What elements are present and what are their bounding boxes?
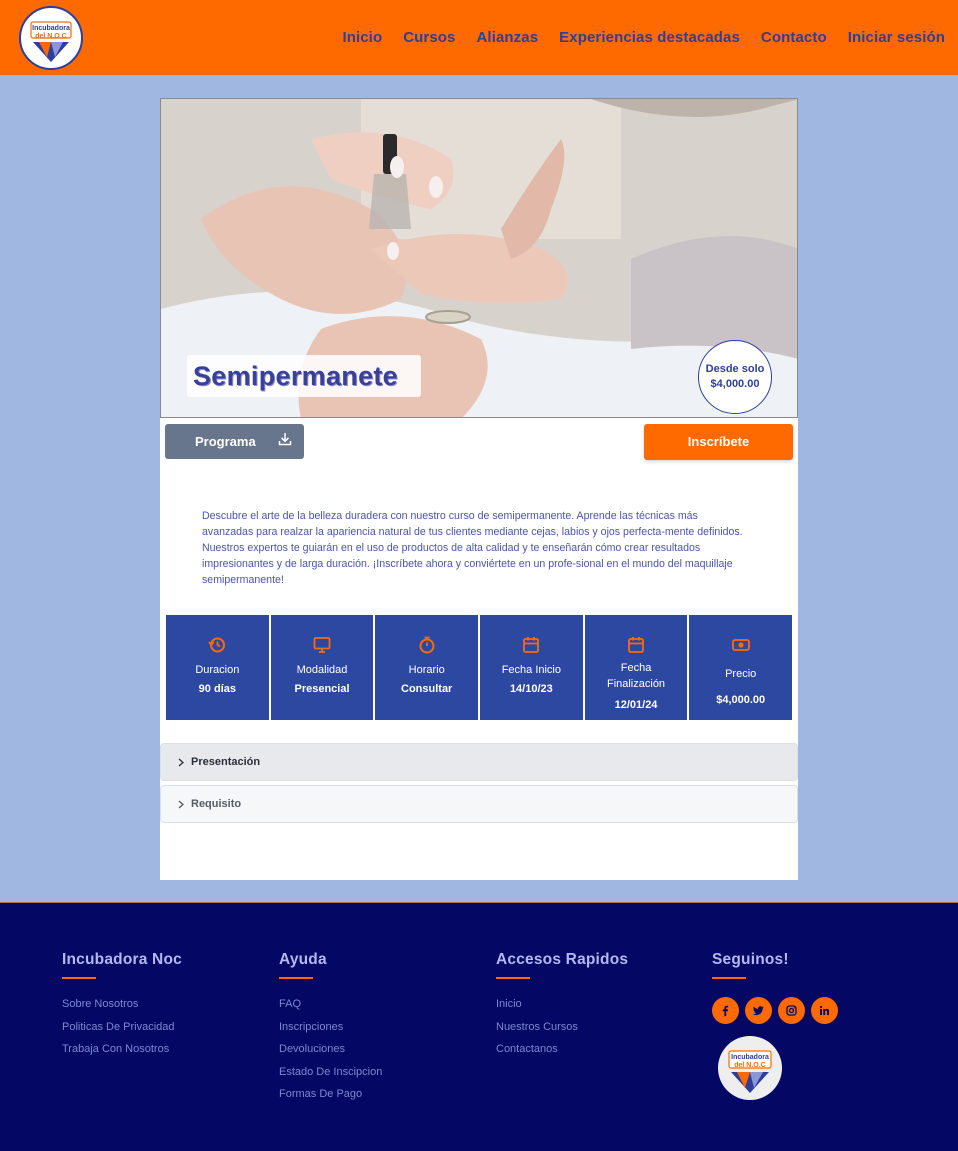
- footer-link-formas-pago[interactable]: Formas De Pago: [279, 1083, 382, 1106]
- nav-alianzas[interactable]: Alianzas: [477, 29, 539, 46]
- stat-label: Duracion: [195, 664, 240, 676]
- accordion-label: Requisito: [191, 798, 242, 810]
- title-underline: [496, 977, 530, 979]
- nav-inicio[interactable]: Inicio: [342, 29, 382, 46]
- footer-link-trabaja[interactable]: Trabaja Con Nosotros: [62, 1038, 182, 1061]
- stat-fecha-finalizacion: Fecha Finalización 12/01/24: [584, 615, 688, 720]
- incubadora-logo[interactable]: Incubadora del N.O.C: [19, 6, 83, 70]
- money-icon: [731, 639, 750, 651]
- chevron-right-icon: [178, 758, 184, 767]
- calendar-icon: [628, 637, 644, 653]
- logo-line2: del N.O.C: [734, 1062, 766, 1069]
- footer-link-faq[interactable]: FAQ: [279, 993, 382, 1016]
- title-underline: [712, 977, 746, 979]
- stat-label: Modalidad: [296, 664, 348, 676]
- footer-logo[interactable]: Incubadora del N.O.C: [718, 1036, 782, 1100]
- title-underline: [62, 977, 96, 979]
- title-underline: [279, 977, 313, 979]
- site-footer: Incubadora Noc Sobre Nosotros Politicas …: [0, 902, 958, 1151]
- chevron-right-icon: [178, 800, 184, 809]
- footer-col-seguinos: Seguinos!: [712, 951, 789, 979]
- logo-line1: Incubadora: [32, 25, 70, 32]
- stat-value: $4,000.00: [716, 694, 766, 706]
- stat-label: Fecha Finalización: [585, 660, 688, 692]
- footer-col-title: Ayuda: [279, 951, 327, 968]
- site-header: Incubadora del N.O.C Inicio Cursos Alian…: [0, 0, 958, 76]
- footer-link-devoluciones[interactable]: Devoluciones: [279, 1038, 382, 1061]
- footer-link-cursos[interactable]: Nuestros Cursos: [496, 1016, 628, 1039]
- logo-line2: del N.O.C: [35, 33, 67, 40]
- footer-links: FAQ Inscripciones Devoluciones Estado De…: [279, 993, 382, 1106]
- twitter-icon[interactable]: [745, 997, 772, 1024]
- nav-cursos[interactable]: Cursos: [403, 29, 455, 46]
- price-badge-label: Desde solo: [705, 363, 765, 375]
- stat-fecha-inicio: Fecha Inicio 14/10/23: [480, 615, 583, 720]
- programa-label: Programa: [195, 434, 256, 449]
- footer-col-title: Incubadora Noc: [62, 951, 182, 968]
- accordion-presentacion[interactable]: Presentación: [160, 743, 798, 781]
- stat-duracion: Duracion 90 días: [166, 615, 269, 720]
- stopwatch-icon: [419, 636, 435, 654]
- stat-value: Consultar: [401, 683, 453, 695]
- footer-link-inicio[interactable]: Inicio: [496, 993, 628, 1016]
- course-card: Semipermanete Desde solo $4,000.00 Progr…: [160, 98, 798, 880]
- accordion-label: Presentación: [191, 756, 261, 768]
- footer-links: Sobre Nosotros Politicas De Privacidad T…: [62, 993, 182, 1061]
- footer-col-title: Seguinos!: [712, 951, 789, 968]
- stat-label: Fecha Inicio: [501, 664, 561, 676]
- footer-link-inscripciones[interactable]: Inscripciones: [279, 1016, 382, 1039]
- stat-value: Presencial: [294, 683, 350, 695]
- nav-iniciar-sesion[interactable]: Iniciar sesión: [848, 29, 945, 46]
- course-stats: Duracion 90 días Modalidad Presencial Ho…: [166, 615, 793, 720]
- linkedin-icon[interactable]: [811, 997, 838, 1024]
- stat-modalidad: Modalidad Presencial: [270, 615, 374, 720]
- stat-value: 12/01/24: [614, 699, 658, 711]
- logo-line1: Incubadora: [731, 1054, 769, 1061]
- stat-horario: Horario Consultar: [375, 615, 479, 720]
- course-hero-image: Semipermanete Desde solo $4,000.00: [160, 98, 798, 418]
- social-links: [712, 997, 844, 1024]
- stat-label-text: Fecha Finalización: [606, 662, 666, 690]
- stat-precio: Precio $4,000.00: [689, 615, 793, 720]
- accordion-requisito[interactable]: Requisito: [160, 785, 798, 823]
- stat-value: 14/10/23: [509, 683, 553, 695]
- footer-link-estado[interactable]: Estado De Inscipcion: [279, 1061, 382, 1084]
- footer-col-incubadora: Incubadora Noc Sobre Nosotros Politicas …: [62, 951, 182, 1061]
- monitor-icon: [313, 637, 331, 653]
- stat-value: 90 días: [198, 683, 236, 695]
- history-icon: [208, 637, 226, 653]
- footer-col-title: Accesos Rapidos: [496, 951, 629, 968]
- nav-experiencias[interactable]: Experiencias destacadas: [559, 29, 740, 46]
- price-badge-value: $4,000.00: [710, 378, 760, 390]
- nav-contacto[interactable]: Contacto: [761, 29, 827, 46]
- footer-link-sobre-nosotros[interactable]: Sobre Nosotros: [62, 993, 182, 1016]
- download-icon: [278, 433, 292, 446]
- programa-download-button[interactable]: Programa: [165, 424, 304, 459]
- stat-label: Horario: [408, 664, 445, 676]
- price-badge: Desde solo $4,000.00: [698, 340, 772, 414]
- calendar-icon: [523, 637, 540, 653]
- facebook-icon[interactable]: [712, 997, 739, 1024]
- stat-label: Precio: [725, 668, 757, 680]
- inscribete-button[interactable]: Inscríbete: [644, 424, 793, 460]
- instagram-icon[interactable]: [778, 997, 805, 1024]
- footer-col-accesos: Accesos Rapidos Inicio Nuestros Cursos C…: [496, 951, 628, 1061]
- course-title: Semipermanete: [193, 361, 398, 391]
- course-description: Descubre el arte de la belleza duradera …: [202, 510, 743, 587]
- main-nav: Inicio Cursos Alianzas Experiencias dest…: [321, 29, 945, 46]
- footer-link-politicas[interactable]: Politicas De Privacidad: [62, 1016, 182, 1039]
- footer-col-ayuda: Ayuda FAQ Inscripciones Devoluciones Est…: [279, 951, 382, 1106]
- footer-links: Inicio Nuestros Cursos Contactanos: [496, 993, 628, 1061]
- footer-link-contactanos[interactable]: Contactanos: [496, 1038, 628, 1061]
